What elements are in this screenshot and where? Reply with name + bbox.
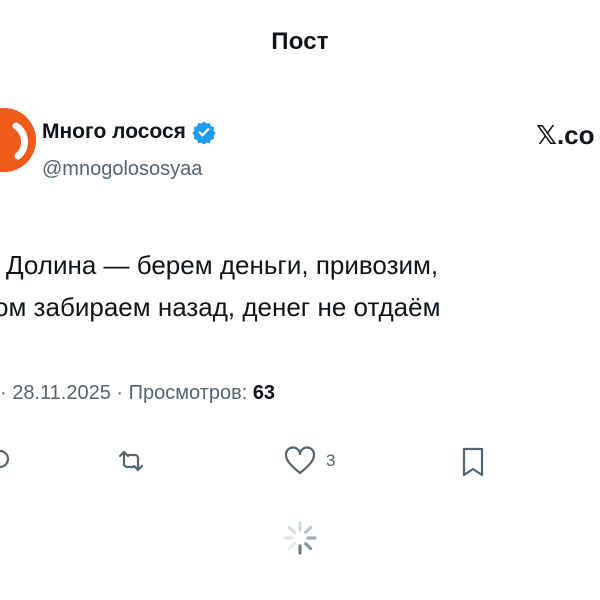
retweet-button[interactable] xyxy=(116,446,146,476)
action-bar: 3 xyxy=(0,446,600,482)
page-title: Пост xyxy=(271,28,329,55)
tweet-date-views-label[interactable]: · 28.11.2025 · Просмотров: xyxy=(0,382,253,404)
tweet-meta: · 28.11.2025 · Просмотров: 63 xyxy=(0,382,275,405)
bookmark-button[interactable] xyxy=(460,446,486,478)
loading-spinner-icon xyxy=(283,521,317,555)
avatar[interactable] xyxy=(0,108,36,172)
bookmark-icon xyxy=(462,447,484,477)
retweet-icon xyxy=(118,450,144,472)
verified-badge-icon xyxy=(192,121,216,144)
post-page: Пост Много лосося @mnogolososyaa 𝕏.co До… xyxy=(0,0,600,600)
views-count: 63 xyxy=(252,382,276,404)
avatar-logo-icon xyxy=(0,108,36,172)
author-name-text[interactable]: Много лосося xyxy=(42,120,186,144)
reply-button[interactable] xyxy=(0,446,10,474)
like-count: 3 xyxy=(326,451,336,470)
tweet-text-line-1: Долина — берем деньги, привозим, xyxy=(6,250,439,280)
heart-icon xyxy=(284,446,316,475)
x-brand-label: 𝕏.co xyxy=(536,120,595,150)
tweet-text: Долина — берем деньги, привозим, ом заби… xyxy=(0,244,440,328)
tweet-text-line-2: ом забираем назад, денег не отдаём xyxy=(0,292,441,322)
like-button[interactable]: 3 xyxy=(284,446,335,476)
author-name[interactable]: Много лосося xyxy=(42,120,216,144)
author-handle[interactable]: @mnogolososyaa xyxy=(42,158,202,181)
reply-icon xyxy=(0,449,10,469)
